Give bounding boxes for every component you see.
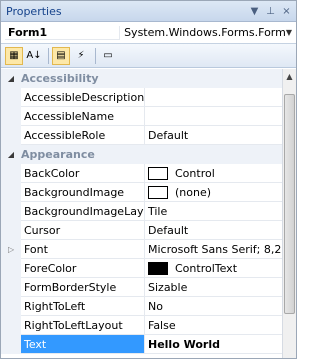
property-value-text: ControlText [175,261,238,275]
categorized-icon[interactable]: ▦ [5,46,23,65]
property-name[interactable]: Text [21,335,145,354]
property-value-text: Sizable [148,280,188,294]
property-row[interactable]: AccessibleDescription [1,88,282,107]
property-row[interactable]: Text Hello World [1,335,282,354]
events-icon[interactable]: ⚡ [72,47,90,65]
property-value[interactable]: Hello World [145,335,282,354]
toolbar-separator [95,47,96,64]
category-label: Accessibility [21,72,99,85]
property-name[interactable]: BackgroundImage [21,183,145,202]
chevron-down-icon[interactable]: ▼ [286,28,292,37]
property-value[interactable]: (none) [145,183,282,202]
row-gutter [1,183,21,202]
property-name[interactable]: ForeColor [21,259,145,278]
category-header[interactable]: ◢ Accessibility [1,69,282,88]
pin-icon[interactable]: ⊥ [264,6,277,17]
row-gutter [1,107,21,126]
property-value[interactable]: Default [145,126,282,145]
property-value-text: Tile [148,204,168,218]
property-name[interactable]: BackColor [21,164,145,183]
property-row[interactable]: BackgroundImage (none) [1,183,282,202]
property-name[interactable]: AccessibleName [21,107,145,126]
color-swatch [148,261,168,275]
dropdown-icon[interactable]: ▼ [248,6,261,17]
property-value[interactable]: Control [145,164,282,183]
property-name[interactable]: BackgroundImageLayout [21,202,145,221]
object-name: Form1 [5,25,121,40]
property-name[interactable]: FormBorderStyle [21,278,145,297]
property-name[interactable]: Cursor [21,221,145,240]
color-swatch [148,185,168,199]
category-header[interactable]: ◢ Appearance [1,145,282,164]
row-gutter [1,278,21,297]
property-value[interactable]: Microsoft Sans Serif; 8,25pt [145,240,282,259]
property-value-text: Hello World [148,337,220,351]
property-value-text: Control [175,166,215,180]
property-row[interactable]: AccessibleRole Default [1,126,282,145]
row-gutter [1,297,21,316]
property-row[interactable]: ▷ FontMicrosoft Sans Serif; 8,25pt [1,240,282,259]
row-gutter [1,221,21,240]
property-row[interactable]: BackColor Control [1,164,282,183]
row-gutter [1,164,21,183]
property-value[interactable]: ControlText [145,259,282,278]
property-value-text: Default [148,223,189,237]
category-label: Appearance [21,148,95,161]
vertical-scrollbar[interactable]: ▲ [282,69,296,358]
collapse-icon[interactable]: ◢ [1,150,21,159]
close-icon[interactable]: × [280,6,293,17]
row-gutter [1,259,21,278]
property-name[interactable]: Font [21,240,145,259]
title-bar: Properties ▼ ⊥ × [1,1,296,22]
property-value[interactable] [145,107,282,126]
properties-icon[interactable]: ▤ [52,46,70,65]
property-row[interactable]: BackgroundImageLayoutTile [1,202,282,221]
properties-toolbar: ▦ A↓ ▤ ⚡ ▭ [1,44,296,68]
row-gutter [1,335,21,354]
properties-window: Properties ▼ ⊥ × Form1 System.Windows.Fo… [0,0,297,359]
property-value[interactable]: Default [145,221,282,240]
property-row[interactable]: RightToLeftLayout False [1,316,282,335]
property-value-text: Microsoft Sans Serif; 8,25pt [148,242,282,256]
expand-icon[interactable]: ▷ [8,245,14,254]
row-gutter [1,126,21,145]
scroll-up-icon[interactable]: ▲ [283,69,296,83]
property-name[interactable]: RightToLeft [21,297,145,316]
property-value-text: No [148,299,163,313]
property-name[interactable]: AccessibleDescription [21,88,145,107]
row-gutter [1,202,21,221]
property-name[interactable]: RightToLeftLayout [21,316,145,335]
collapse-icon[interactable]: ◢ [1,74,21,83]
property-value-text: (none) [175,185,212,199]
property-value-text: False [148,318,176,332]
property-row[interactable]: FormBorderStyle Sizable [1,278,282,297]
property-value[interactable]: False [145,316,282,335]
property-value[interactable]: Sizable [145,278,282,297]
property-value[interactable]: Tile [145,202,282,221]
row-gutter [1,316,21,335]
property-value[interactable] [145,88,282,107]
row-gutter [1,88,21,107]
toolbar-separator [48,47,49,64]
object-type: System.Windows.Forms.Form [124,26,286,39]
property-pages-icon[interactable]: ▭ [99,47,117,65]
property-value-text: Default [148,128,189,142]
alphabetical-icon[interactable]: A↓ [25,47,43,65]
property-value[interactable]: No [145,297,282,316]
property-row[interactable]: RightToLeft No [1,297,282,316]
property-row[interactable]: AccessibleName [1,107,282,126]
property-row[interactable]: Cursor Default [1,221,282,240]
row-gutter: ▷ [1,240,21,259]
property-name[interactable]: AccessibleRole [21,126,145,145]
panel-title: Properties [6,4,62,18]
property-row[interactable]: ForeColor ControlText [1,259,282,278]
object-selector[interactable]: Form1 System.Windows.Forms.Form ▼ [1,22,296,44]
color-swatch [148,166,168,180]
property-grid: ◢ Accessibility AccessibleDescription Acces… [1,69,282,358]
scroll-thumb[interactable] [284,94,295,314]
